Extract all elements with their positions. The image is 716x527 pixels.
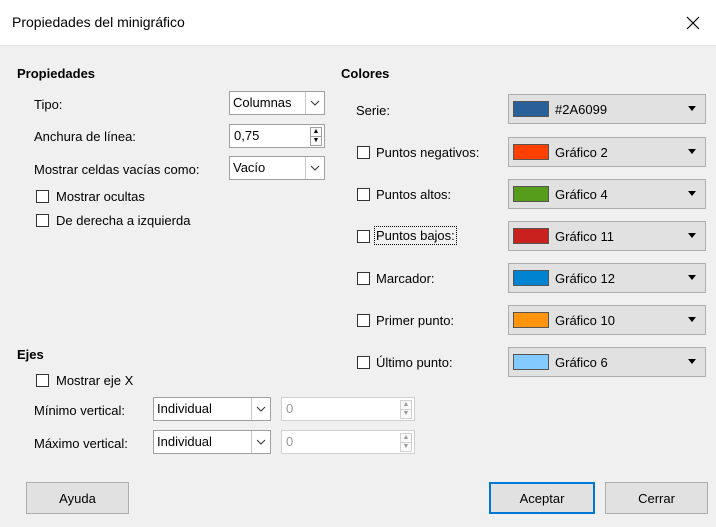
low-points-color-dropdown[interactable]: Gráfico 11 bbox=[508, 221, 706, 251]
color-name: Gráfico 11 bbox=[555, 229, 615, 244]
color-name: Gráfico 12 bbox=[555, 271, 615, 286]
dropdown-arrow-icon bbox=[688, 149, 696, 154]
marker-checkbox[interactable] bbox=[357, 272, 370, 285]
spin-down-icon[interactable]: ▼ bbox=[310, 136, 322, 146]
last-point-color-dropdown[interactable]: Gráfico 6 bbox=[508, 347, 706, 377]
show-hidden-checkbox[interactable] bbox=[36, 190, 49, 203]
help-button[interactable]: Ayuda bbox=[26, 482, 129, 514]
max-vertical-value-spinbox[interactable]: 0 ▲ ▼ bbox=[281, 430, 415, 454]
color-swatch bbox=[513, 186, 549, 202]
high-points-label: Puntos altos: bbox=[376, 187, 452, 202]
title-bar: Propiedades del minigráfico bbox=[0, 0, 716, 46]
dropdown-arrow-icon bbox=[688, 359, 696, 364]
spin-down-icon[interactable]: ▼ bbox=[400, 409, 412, 419]
color-swatch bbox=[513, 144, 549, 160]
chevron-down-icon bbox=[305, 157, 324, 179]
low-points-label: Puntos bajos: bbox=[374, 226, 457, 245]
color-swatch bbox=[513, 312, 549, 328]
dropdown-arrow-icon bbox=[688, 191, 696, 196]
series-color-label: Serie: bbox=[356, 103, 390, 118]
color-swatch bbox=[513, 228, 549, 244]
last-point-checkbox[interactable] bbox=[357, 356, 370, 369]
max-vertical-value: 0 bbox=[286, 434, 294, 449]
axes-heading: Ejes bbox=[17, 347, 44, 362]
color-swatch bbox=[513, 101, 549, 117]
first-point-color-dropdown[interactable]: Gráfico 10 bbox=[508, 305, 706, 335]
ok-button-label: Aceptar bbox=[519, 490, 565, 506]
rtl-label: De derecha a izquierda bbox=[56, 213, 191, 228]
last-point-label: Último punto: bbox=[376, 355, 453, 370]
line-width-spinbox[interactable]: 0,75 ▲ ▼ bbox=[229, 124, 325, 148]
line-width-value: 0,75 bbox=[234, 128, 260, 143]
marker-label: Marcador: bbox=[376, 271, 435, 286]
type-label: Tipo: bbox=[34, 97, 63, 112]
max-vertical-mode-select[interactable]: Individual bbox=[153, 430, 271, 454]
chevron-down-icon bbox=[251, 398, 270, 420]
rtl-checkbox[interactable] bbox=[36, 214, 49, 227]
first-point-label: Primer punto: bbox=[376, 313, 455, 328]
show-hidden-label: Mostrar ocultas bbox=[56, 189, 145, 204]
cancel-button-label: Cerrar bbox=[638, 490, 675, 506]
dropdown-arrow-icon bbox=[688, 106, 696, 111]
empty-cells-select[interactable]: Vacío bbox=[229, 156, 325, 180]
show-x-axis-label: Mostrar eje X bbox=[56, 373, 134, 388]
min-vertical-label: Mínimo vertical: bbox=[34, 403, 126, 418]
color-swatch bbox=[513, 270, 549, 286]
color-name: Gráfico 10 bbox=[555, 313, 615, 328]
first-point-checkbox[interactable] bbox=[357, 314, 370, 327]
window-title: Propiedades del minigráfico bbox=[12, 14, 185, 30]
empty-cells-label: Mostrar celdas vacías como: bbox=[34, 162, 200, 177]
color-name: Gráfico 2 bbox=[555, 145, 608, 160]
spin-down-icon[interactable]: ▼ bbox=[400, 442, 412, 452]
help-button-label: Ayuda bbox=[59, 490, 96, 506]
close-icon bbox=[686, 16, 700, 29]
dropdown-arrow-icon bbox=[688, 317, 696, 322]
high-points-color-dropdown[interactable]: Gráfico 4 bbox=[508, 179, 706, 209]
negative-points-color-dropdown[interactable]: Gráfico 2 bbox=[508, 137, 706, 167]
type-select[interactable]: Columnas bbox=[229, 91, 325, 115]
color-name: Gráfico 6 bbox=[555, 355, 608, 370]
marker-color-dropdown[interactable]: Gráfico 12 bbox=[508, 263, 706, 293]
properties-heading: Propiedades bbox=[17, 66, 96, 81]
color-swatch bbox=[513, 354, 549, 370]
cancel-button[interactable]: Cerrar bbox=[605, 482, 708, 514]
colors-heading: Colores bbox=[341, 66, 390, 81]
negative-points-label: Puntos negativos: bbox=[376, 145, 480, 160]
color-name: #2A6099 bbox=[555, 102, 608, 117]
min-vertical-mode-select[interactable]: Individual bbox=[153, 397, 271, 421]
color-name: Gráfico 4 bbox=[555, 187, 608, 202]
high-points-checkbox[interactable] bbox=[357, 188, 370, 201]
empty-cells-value: Vacío bbox=[233, 160, 266, 175]
negative-points-checkbox[interactable] bbox=[357, 146, 370, 159]
type-value: Columnas bbox=[233, 95, 292, 110]
min-vertical-value: 0 bbox=[286, 401, 294, 416]
low-points-checkbox[interactable] bbox=[357, 230, 370, 243]
ok-button[interactable]: Aceptar bbox=[489, 482, 595, 514]
series-color-dropdown[interactable]: #2A6099 bbox=[508, 94, 706, 124]
min-vertical-value-spinbox[interactable]: 0 ▲ ▼ bbox=[281, 397, 415, 421]
max-vertical-mode-value: Individual bbox=[157, 434, 212, 449]
close-window-button[interactable] bbox=[670, 0, 716, 45]
chevron-down-icon bbox=[251, 431, 270, 453]
line-width-label: Anchura de línea: bbox=[34, 129, 136, 144]
show-x-axis-checkbox[interactable] bbox=[36, 374, 49, 387]
chevron-down-icon bbox=[305, 92, 324, 114]
min-vertical-mode-value: Individual bbox=[157, 401, 212, 416]
dropdown-arrow-icon bbox=[688, 275, 696, 280]
dropdown-arrow-icon bbox=[688, 233, 696, 238]
max-vertical-label: Máximo vertical: bbox=[34, 436, 128, 451]
